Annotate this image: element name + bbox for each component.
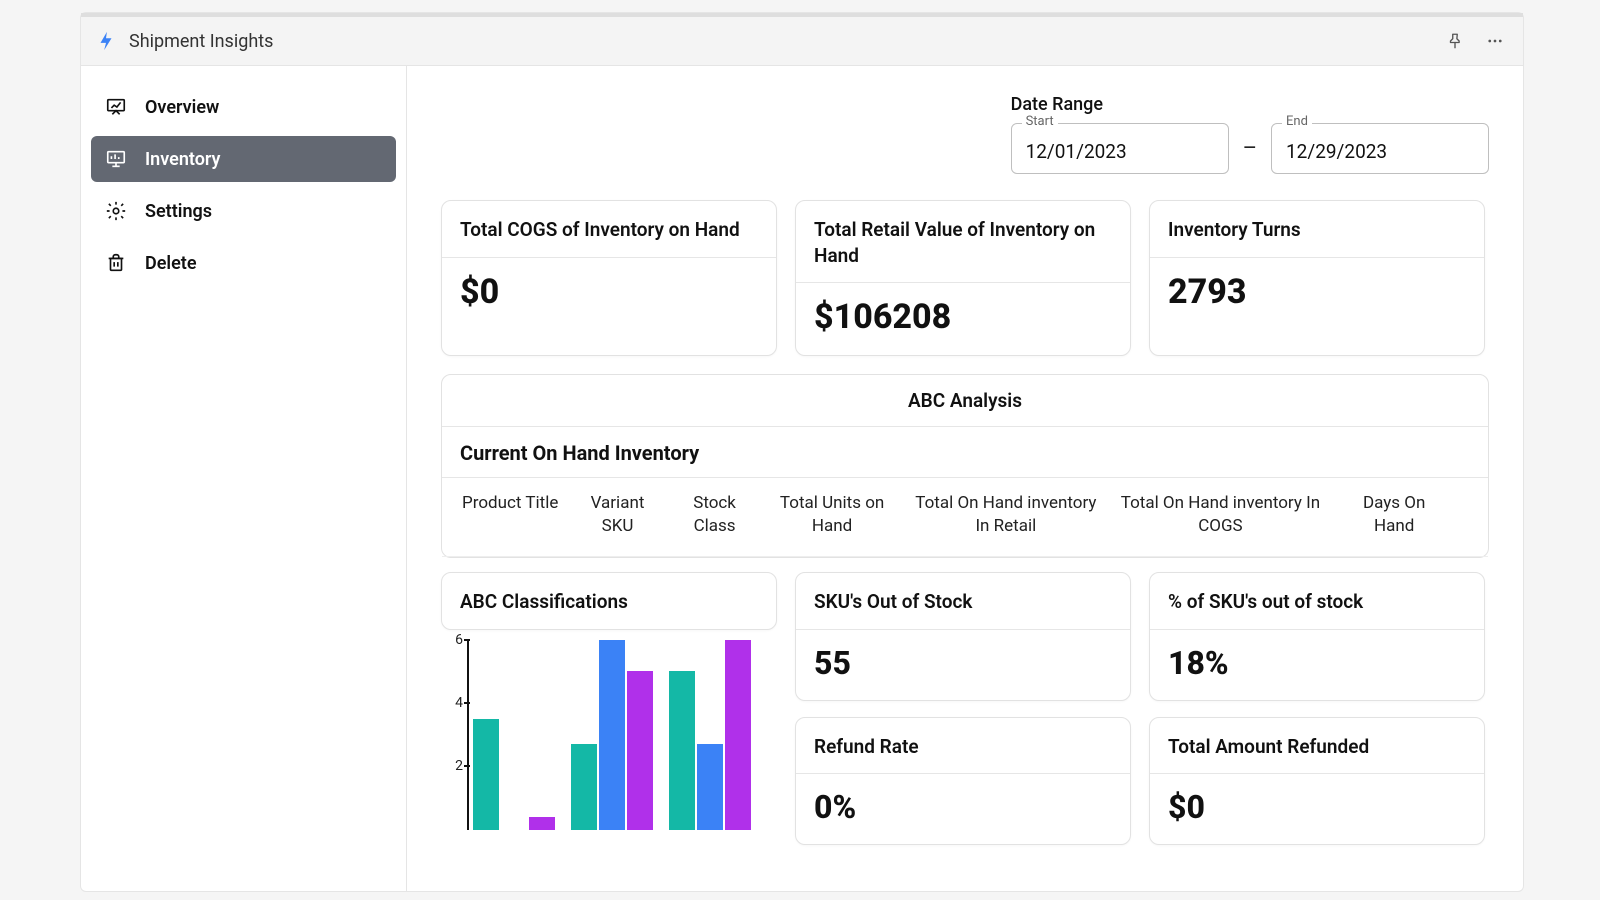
th-variant-sku: Variant SKU	[566, 492, 668, 538]
chart-bar	[697, 744, 723, 830]
lower-section: ABC Classifications 2 4 6 SKU's Out of Sto…	[441, 572, 1489, 845]
presentation-icon	[105, 96, 127, 118]
date-start-field[interactable]: Start 12/01/2023	[1011, 123, 1229, 174]
pin-button[interactable]	[1441, 27, 1469, 55]
trash-icon	[105, 252, 127, 274]
kpi-row-top: Total COGS of Inventory on Hand $0 Total…	[441, 200, 1489, 356]
kpi-label: % of SKU's out of stock	[1150, 573, 1484, 630]
kpi-value: 2793	[1150, 258, 1484, 330]
date-range-section: Date Range Start 12/01/2023 – End 12/29/…	[441, 94, 1489, 174]
date-range-label: Date Range	[1011, 94, 1489, 115]
date-start-value: 12/01/2023	[1026, 140, 1214, 163]
gear-icon	[105, 200, 127, 222]
kpi-card-cogs: Total COGS of Inventory on Hand $0	[441, 200, 777, 356]
nav-item-delete[interactable]: Delete	[91, 240, 396, 286]
th-days-on-hand: Days On Hand	[1333, 492, 1456, 538]
chart-bar	[599, 640, 625, 830]
kpi-label: Refund Rate	[796, 718, 1130, 775]
date-start-legend: Start	[1022, 114, 1058, 129]
chart-y-tick-label: 4	[455, 695, 463, 711]
kpi-label: Inventory Turns	[1150, 201, 1484, 258]
app-window: Shipment Insights Overview Invento	[80, 12, 1524, 892]
th-total-units: Total Units on Hand	[761, 492, 904, 538]
chart-bar	[473, 719, 499, 830]
chart-bar	[571, 744, 597, 830]
kpi-value: $0	[442, 258, 776, 330]
abc-classifications-title: ABC Classifications	[442, 573, 776, 629]
chart-bar	[669, 671, 695, 829]
kpi-value: $0	[1150, 774, 1484, 844]
th-onhand-cogs: Total On Hand inventory In COGS	[1108, 492, 1333, 538]
chart-bar-group	[571, 640, 653, 830]
nav-item-settings[interactable]: Settings	[91, 188, 396, 234]
abc-subtitle: Current On Hand Inventory	[442, 427, 1488, 478]
date-end-legend: End	[1282, 114, 1312, 129]
date-end-value: 12/29/2023	[1286, 140, 1474, 163]
kpi-card-pct-out: % of SKU's out of stock 18%	[1149, 572, 1485, 701]
kpi-label: SKU's Out of Stock	[796, 573, 1130, 630]
nav-item-inventory[interactable]: Inventory	[91, 136, 396, 182]
nav-label: Inventory	[145, 149, 220, 170]
brand-icon	[95, 30, 117, 52]
nav-label: Settings	[145, 201, 212, 222]
kpi-value: 18%	[1150, 630, 1484, 700]
chart-bar	[529, 817, 555, 830]
more-button[interactable]	[1481, 27, 1509, 55]
chart-bar	[627, 671, 653, 829]
kpi-card-refunded: Total Amount Refunded $0	[1149, 717, 1485, 846]
abc-classifications-chart: 246	[441, 640, 777, 830]
date-dash: –	[1241, 136, 1259, 161]
kpi-label: Total COGS of Inventory on Hand	[442, 201, 776, 258]
nav-label: Overview	[145, 97, 219, 118]
kpi-label: Total Retail Value of Inventory on Hand	[796, 201, 1130, 283]
kpi-card-turns: Inventory Turns 2793	[1149, 200, 1485, 356]
chart-y-tick-label: 2	[455, 758, 463, 774]
body: Overview Inventory Settings Delete	[81, 66, 1523, 891]
date-end-field[interactable]: End 12/29/2023	[1271, 123, 1489, 174]
kpi-label: Total Amount Refunded	[1150, 718, 1484, 775]
kpi-card-refund-rate: Refund Rate 0%	[795, 717, 1131, 846]
chart-y-tick-label: 6	[455, 632, 463, 648]
nav-label: Delete	[145, 253, 197, 274]
chart-bar-group	[669, 640, 751, 830]
kpi-card-retail: Total Retail Value of Inventory on Hand …	[795, 200, 1131, 356]
topbar: Shipment Insights	[81, 13, 1523, 66]
nav-item-overview[interactable]: Overview	[91, 84, 396, 130]
abc-analysis-card: ABC Analysis Current On Hand Inventory P…	[441, 374, 1489, 558]
th-stock-class: Stock Class	[669, 492, 761, 538]
monitor-icon	[105, 148, 127, 170]
abc-table-header: Product Title Variant SKU Stock Class To…	[442, 478, 1488, 557]
kpi-value: 55	[796, 630, 1130, 700]
abc-title: ABC Analysis	[442, 375, 1488, 427]
kpi-card-skus-out: SKU's Out of Stock 55	[795, 572, 1131, 701]
chart-bar-group	[473, 719, 555, 830]
kpi-value: $106208	[796, 283, 1130, 355]
app-title: Shipment Insights	[129, 31, 273, 52]
main-content: Date Range Start 12/01/2023 – End 12/29/…	[407, 66, 1523, 891]
th-onhand-retail: Total On Hand inventory In Retail	[904, 492, 1108, 538]
th-product-title: Product Title	[454, 492, 566, 538]
abc-classifications-card: ABC Classifications	[441, 572, 777, 630]
chart-bar	[725, 640, 751, 830]
sidebar: Overview Inventory Settings Delete	[81, 66, 407, 891]
kpi-value: 0%	[796, 774, 1130, 844]
